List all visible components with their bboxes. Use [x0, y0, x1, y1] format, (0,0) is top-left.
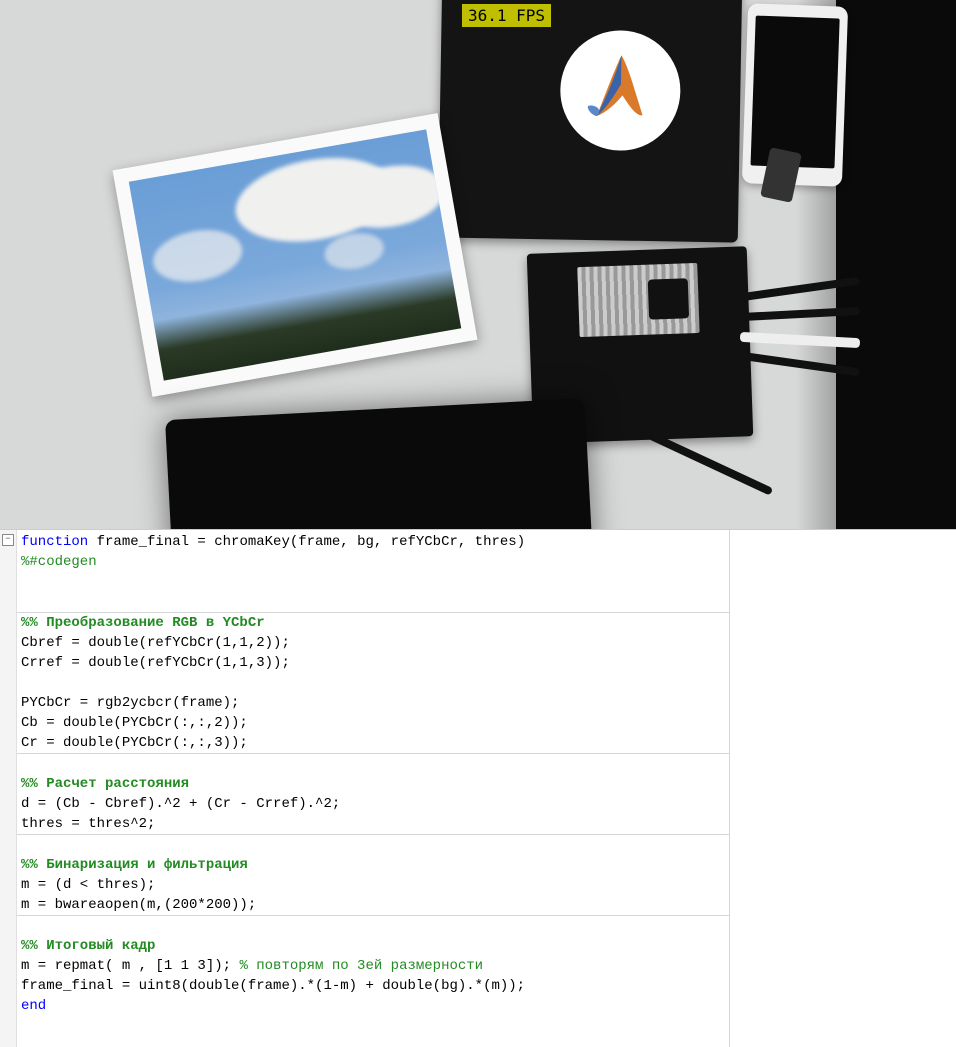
editor-right-margin — [729, 530, 956, 1047]
code-line: d = (Cb - Cbref).^2 + (Cr - Crref).^2; — [21, 796, 340, 812]
section-divider — [17, 834, 729, 835]
code-line: m = repmat( m , [1 1 3]); — [21, 958, 239, 974]
kw-function: function — [21, 534, 88, 550]
editor-gutter: − — [0, 530, 17, 1047]
kw-end: end — [21, 998, 46, 1014]
section-divider — [17, 612, 729, 613]
code-line: frame_final = uint8(double(frame).*(1-m)… — [21, 978, 525, 994]
section-header: %% Итоговый кадр — [21, 938, 155, 954]
laptop-object — [438, 0, 742, 243]
code-line: frame_final = chromaKey(frame, bg, refYC… — [88, 534, 525, 550]
fps-overlay: 36.1 FPS — [462, 4, 551, 27]
code-fold-toggle-icon[interactable]: − — [2, 534, 14, 546]
code-line: Crref = double(refYCbCr(1,1,3)); — [21, 655, 290, 671]
section-header: %% Расчет расстояния — [21, 776, 189, 792]
matlab-logo-icon — [577, 47, 663, 133]
matlab-editor-pane: − function frame_final = chromaKey(frame… — [0, 529, 956, 1047]
section-header: %% Бинаризация и фильтрация — [21, 857, 248, 873]
desk-shadow-right — [836, 0, 956, 529]
section-header: %% Преобразование RGB в YCbCr — [21, 615, 265, 631]
monitor-object — [165, 398, 595, 529]
code-line: Cb = double(PYCbCr(:,:,2)); — [21, 715, 248, 731]
matlab-logo-sticker — [559, 29, 681, 151]
code-line: m = (d < thres); — [21, 877, 155, 893]
section-divider — [17, 753, 729, 754]
code-text-area[interactable]: function frame_final = chromaKey(frame, … — [17, 530, 729, 1047]
chromakey-result-photo — [113, 113, 478, 397]
cloud — [149, 223, 246, 288]
codegen-pragma: %#codegen — [21, 554, 97, 570]
sky-image — [129, 129, 461, 380]
code-line: thres = thres^2; — [21, 816, 155, 832]
camera-preview-pane: 36.1 FPS — [0, 0, 956, 529]
section-divider — [17, 915, 729, 916]
code-line: Cr = double(PYCbCr(:,:,3)); — [21, 735, 248, 751]
cooling-fan — [648, 278, 689, 319]
inline-comment: % повторям по 3ей размерности — [239, 958, 483, 974]
code-line: Cbref = double(refYCbCr(1,1,2)); — [21, 635, 290, 651]
code-line: PYCbCr = rgb2ycbcr(frame); — [21, 695, 239, 711]
code-line: m = bwareaopen(m,(200*200)); — [21, 897, 256, 913]
